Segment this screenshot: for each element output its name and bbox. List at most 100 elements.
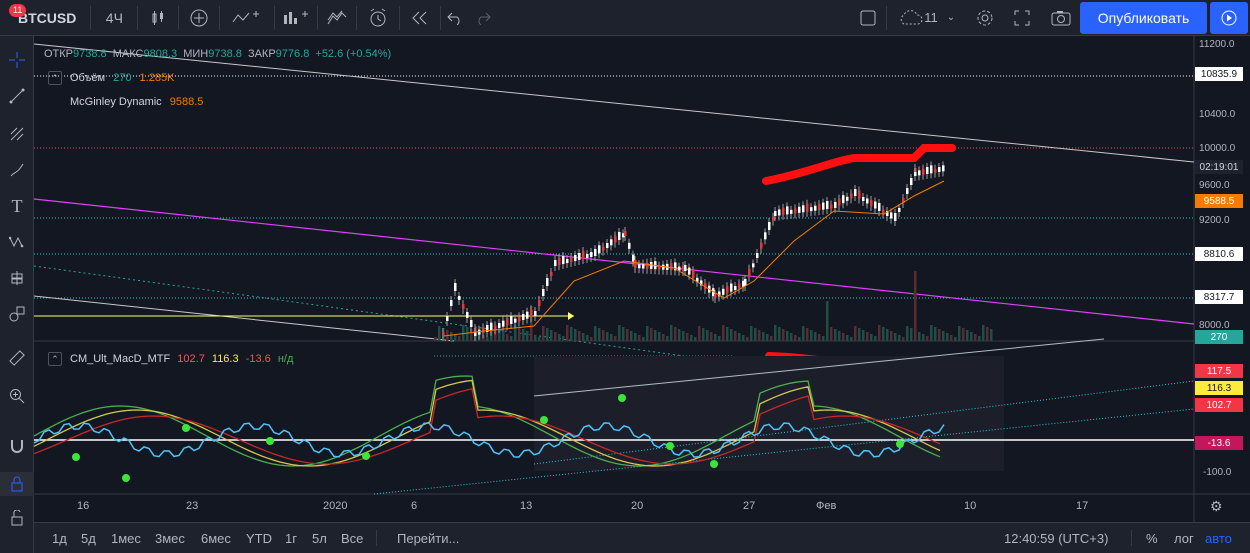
volume-bar xyxy=(642,337,645,341)
volume-bar xyxy=(526,331,529,341)
lock-drawings-icon[interactable] xyxy=(0,472,34,496)
price-tick: 9200.0 xyxy=(1199,215,1230,226)
prediction-icon[interactable] xyxy=(0,266,34,290)
shapes-icon[interactable] xyxy=(0,302,34,326)
auto-toggle[interactable]: авто xyxy=(1205,531,1232,546)
volume-bar xyxy=(654,330,657,341)
bottom-toolbar: 1д 5д 1мес 3мес 6мес YTD 1г 5л Все Перей… xyxy=(34,522,1250,553)
range-3m[interactable]: 3мес xyxy=(155,531,185,546)
volume-bar xyxy=(806,328,809,341)
range-1d[interactable]: 1д xyxy=(52,531,67,546)
price-tick: 11200.0 xyxy=(1199,39,1235,50)
candle-body xyxy=(782,207,785,215)
indicators-icon[interactable] xyxy=(220,0,274,36)
volume-bar xyxy=(594,326,597,341)
macd-value-1: 102.7 xyxy=(177,353,205,365)
volume-bar xyxy=(930,325,933,341)
volume-bar xyxy=(914,271,917,341)
collapse-macd-legend-icon[interactable]: ⌃ xyxy=(48,352,62,366)
interval-selector[interactable]: 4Ч xyxy=(91,0,137,36)
publish-button[interactable]: Опубликовать xyxy=(1080,2,1207,34)
range-5d[interactable]: 5д xyxy=(81,531,96,546)
add-compare-icon[interactable] xyxy=(179,0,219,36)
candle-body xyxy=(646,262,649,269)
play-icon[interactable] xyxy=(1210,2,1248,34)
time-tick: 20 xyxy=(631,500,644,512)
collapse-legend-icon[interactable]: ⌃ xyxy=(48,71,62,85)
clock[interactable]: 12:40:59 (UTC+3) xyxy=(1004,531,1108,546)
candle-body xyxy=(802,205,805,213)
volume-bar xyxy=(658,332,661,341)
range-all[interactable]: Все xyxy=(341,531,363,546)
volume-bar xyxy=(714,334,717,341)
volume-name[interactable]: Объём xyxy=(70,72,105,84)
undo-icon[interactable] xyxy=(441,0,469,36)
zoom-in-icon[interactable] xyxy=(0,384,34,408)
unlock-icon[interactable] xyxy=(0,506,34,530)
brush-icon[interactable] xyxy=(0,158,34,182)
pitchfork-icon[interactable] xyxy=(0,122,34,146)
fullscreen-icon[interactable] xyxy=(1007,0,1037,36)
range-5y[interactable]: 5л xyxy=(312,531,327,546)
gear-icon[interactable] xyxy=(970,0,1000,36)
financials-icon[interactable] xyxy=(275,0,317,36)
volume-bar xyxy=(926,336,929,341)
candle-body xyxy=(942,165,945,172)
magnet-icon[interactable] xyxy=(0,434,34,458)
percent-toggle[interactable]: % xyxy=(1146,531,1158,546)
volume-bar xyxy=(846,335,849,341)
volume-bar xyxy=(718,336,721,341)
range-1m[interactable]: 1мес xyxy=(111,531,141,546)
candle-body xyxy=(810,207,813,212)
volume-bar xyxy=(690,335,693,341)
candle-body xyxy=(846,196,849,201)
volume-bar xyxy=(506,334,509,341)
ruler-icon[interactable] xyxy=(0,346,34,370)
volume-bar xyxy=(730,329,733,341)
settings-icon[interactable]: ⚙ xyxy=(1210,498,1223,515)
text-icon[interactable]: T xyxy=(0,194,34,218)
volume-bar xyxy=(934,327,937,341)
volume-bar xyxy=(558,334,561,341)
chevron-down-icon[interactable]: ⌄ xyxy=(942,0,960,36)
candle-body xyxy=(582,251,585,259)
replay-icon[interactable] xyxy=(400,0,440,36)
volume-bar xyxy=(990,329,993,341)
volume-bar xyxy=(782,329,785,341)
macd-name[interactable]: CM_Ult_MacD_MTF xyxy=(70,353,170,365)
crossover-dot xyxy=(666,442,674,450)
candle-body xyxy=(830,204,833,209)
templates-icon[interactable] xyxy=(318,0,356,36)
candle-body xyxy=(714,294,717,298)
layout-square-icon[interactable] xyxy=(852,0,884,36)
trend-line-icon[interactable] xyxy=(0,84,34,108)
pattern-icon[interactable] xyxy=(0,230,34,254)
goto-button[interactable]: Перейти... xyxy=(397,531,459,546)
alert-icon[interactable] xyxy=(357,0,399,36)
candle-body xyxy=(768,222,771,230)
mcginley-name[interactable]: McGinley Dynamic xyxy=(70,96,162,108)
volume-bar xyxy=(546,328,549,341)
cloud-count: 11 xyxy=(924,10,938,25)
range-1y[interactable]: 1г xyxy=(285,531,297,546)
redo-icon[interactable] xyxy=(469,0,497,36)
range-6m[interactable]: 6мес xyxy=(201,531,231,546)
log-toggle[interactable]: лог xyxy=(1174,531,1194,546)
high-label: МАКС xyxy=(112,48,144,60)
crosshair-icon[interactable] xyxy=(0,48,34,72)
volume-bar xyxy=(538,337,541,341)
volume-bar xyxy=(666,336,669,341)
volume-bar xyxy=(826,301,829,341)
camera-icon[interactable] xyxy=(1046,0,1076,36)
volume-ma-value: 1.285K xyxy=(139,72,175,84)
chart-canvas[interactable] xyxy=(34,36,1250,522)
candle-body xyxy=(510,316,513,324)
volume-bar xyxy=(674,327,677,341)
volume-bar xyxy=(978,336,981,341)
candle-body xyxy=(662,264,665,270)
volume-bar xyxy=(626,329,629,341)
range-ytd[interactable]: YTD xyxy=(246,531,272,546)
volume-bar xyxy=(554,332,557,341)
candles-icon[interactable] xyxy=(138,0,178,36)
time-tick: 17 xyxy=(1076,500,1089,512)
